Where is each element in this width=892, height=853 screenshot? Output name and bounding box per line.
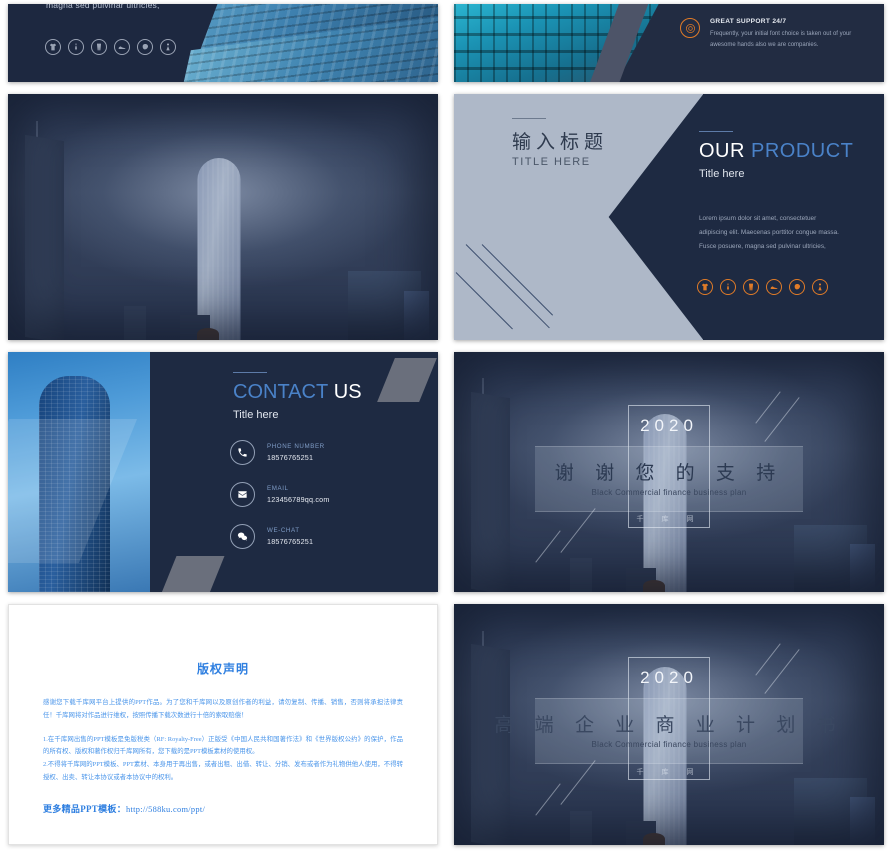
slide-building-plain[interactable]	[8, 94, 438, 340]
contact-row-email[interactable]: EMAIL 123456789qq.com	[230, 482, 330, 507]
more-templates-label: 更多精品PPT模板：	[43, 803, 126, 814]
slide-cell-5[interactable]: CONTACT US Title here PHONE NUMBER 18576…	[0, 348, 446, 600]
dress-icon[interactable]	[812, 279, 828, 295]
slide-thank-you[interactable]: 2020 谢 谢 您 的 支 持 Black Commercial financ…	[454, 352, 884, 592]
vignette	[8, 94, 438, 340]
year-label: 2020	[640, 415, 698, 435]
dress-icon[interactable]	[160, 39, 176, 55]
contact-label: WE-CHAT	[267, 527, 300, 534]
light-beam	[8, 419, 137, 564]
product-subtitle: Title here	[699, 168, 745, 180]
cn-title: 输入标题	[512, 132, 609, 153]
copyright-para-1: 感谢您下载千库网平台上提供的PPT作品。为了您和千库网以及原创作者的利益，请勿复…	[43, 699, 403, 719]
slide-icons-building[interactable]: magna sed pulvinar ultricies,	[8, 4, 438, 82]
copyright-para-3: 2.不得将千库网的PPT模板、PPT素材、本身用于再出售，或者出租、出借、转让、…	[43, 761, 403, 782]
shoe-icon[interactable]	[766, 279, 782, 295]
tshirt-icon[interactable]	[697, 279, 713, 295]
year-label: 2020	[640, 667, 698, 687]
contact-value: 123456789qq.com	[267, 495, 330, 504]
more-templates-line[interactable]: 更多精品PPT模板：http://588ku.com/ppt/	[43, 802, 403, 815]
lorem-text: magna sed pulvinar ultricies,	[46, 4, 160, 10]
heading-word-us: US	[333, 381, 362, 403]
glove-icon[interactable]	[789, 279, 805, 295]
phone-icon	[230, 440, 255, 465]
slide-great-support[interactable]: GREAT SUPPORT 24/7 Frequently, your init…	[454, 4, 884, 82]
product-body: Lorem ipsum dolor sit amet, consectetuer…	[699, 215, 839, 250]
main-title-en: Black Commercial finance business plan	[591, 487, 747, 497]
lifebuoy-icon	[680, 18, 700, 38]
glove-icon[interactable]	[137, 39, 153, 55]
contact-heading: CONTACT US	[233, 381, 362, 404]
contact-list: PHONE NUMBER 18576765251 EMAIL 123456789…	[230, 440, 330, 549]
heading-word-contact: CONTACT	[233, 381, 329, 403]
slide-cell-3[interactable]	[0, 90, 446, 348]
watermark: 千 库 网	[636, 768, 702, 776]
slide-cell-4[interactable]: 输入标题 TITLE HERE OUR PRODUCT Title here L…	[446, 90, 892, 348]
shoe-icon[interactable]	[114, 39, 130, 55]
heading-word-our: OUR	[699, 140, 745, 162]
slide-cell-6[interactable]: 2020 谢 谢 您 的 支 持 Black Commercial financ…	[446, 348, 892, 600]
wechat-icon	[230, 524, 255, 549]
skyscraper-photo	[8, 352, 150, 592]
email-icon	[230, 482, 255, 507]
decor-gray-shape-top	[377, 358, 437, 402]
contact-label: EMAIL	[267, 485, 289, 492]
watermark: 千 库 网	[636, 516, 702, 523]
slide-cell-7[interactable]: 版权声明 感谢您下载千库网平台上提供的PPT作品。为了您和千库网以及原创作者的利…	[0, 600, 446, 853]
heading-word-product: PRODUCT	[751, 140, 854, 162]
copyright-para-2: 1.在千库网出售的PPT模板是免版税类（RF: Royalty-Free）正版受…	[43, 735, 403, 756]
city-background	[8, 94, 438, 340]
contact-row-phone[interactable]: PHONE NUMBER 18576765251	[230, 440, 330, 465]
cn-title-kicker	[512, 118, 546, 119]
copyright-document[interactable]: 版权声明 感谢您下载千库网平台上提供的PPT作品。为了您和千库网以及原创作者的利…	[8, 604, 438, 845]
product-heading: OUR PRODUCT	[699, 140, 853, 163]
support-title: GREAT SUPPORT 24/7	[710, 18, 787, 25]
slide-cell-1[interactable]: magna sed pulvinar ultricies,	[0, 0, 446, 90]
slide-our-product[interactable]: 输入标题 TITLE HERE OUR PRODUCT Title here L…	[454, 94, 884, 340]
contact-value: 18576765251	[267, 453, 314, 462]
contact-label: PHONE NUMBER	[267, 443, 325, 450]
trousers-icon[interactable]	[743, 279, 759, 295]
slide-cell-2[interactable]: GREAT SUPPORT 24/7 Frequently, your init…	[446, 0, 892, 90]
decor-gray-shape-bottom	[159, 556, 225, 592]
tie-icon[interactable]	[68, 39, 84, 55]
main-title-cn: 高 端 企 业 商 业 计 划 书	[494, 715, 844, 737]
trousers-icon[interactable]	[91, 39, 107, 55]
slide-cover[interactable]: 2020 高 端 企 业 商 业 计 划 书 Black Commercial …	[454, 604, 884, 845]
slide-contact-us[interactable]: CONTACT US Title here PHONE NUMBER 18576…	[8, 352, 438, 592]
tshirt-icon[interactable]	[45, 39, 61, 55]
icon-row-gray	[45, 39, 176, 55]
main-title-en: Black Commercial finance business plan	[591, 740, 747, 750]
contact-kicker	[233, 372, 267, 373]
en-title: TITLE HERE	[512, 156, 591, 168]
contact-subtitle: Title here	[233, 409, 279, 421]
slide-cell-8[interactable]: 2020 高 端 企 业 商 业 计 划 书 Black Commercial …	[446, 600, 892, 853]
copyright-title: 版权声明	[196, 662, 249, 676]
slide-grid: magna sed pulvinar ultricies, GREAT SUPP…	[0, 0, 892, 853]
more-templates-url[interactable]: http://588ku.com/ppt/	[126, 805, 205, 814]
heading-kicker	[699, 131, 733, 132]
contact-value: 18576765251	[267, 537, 314, 546]
support-block: GREAT SUPPORT 24/7 Frequently, your init…	[680, 18, 860, 51]
contact-row-wechat[interactable]: WE-CHAT 18576765251	[230, 524, 330, 549]
icon-row-orange	[697, 279, 828, 295]
support-body: Frequently, your initial font choice is …	[710, 31, 852, 49]
main-title-cn: 谢 谢 您 的 支 持	[554, 462, 784, 484]
tie-icon[interactable]	[720, 279, 736, 295]
